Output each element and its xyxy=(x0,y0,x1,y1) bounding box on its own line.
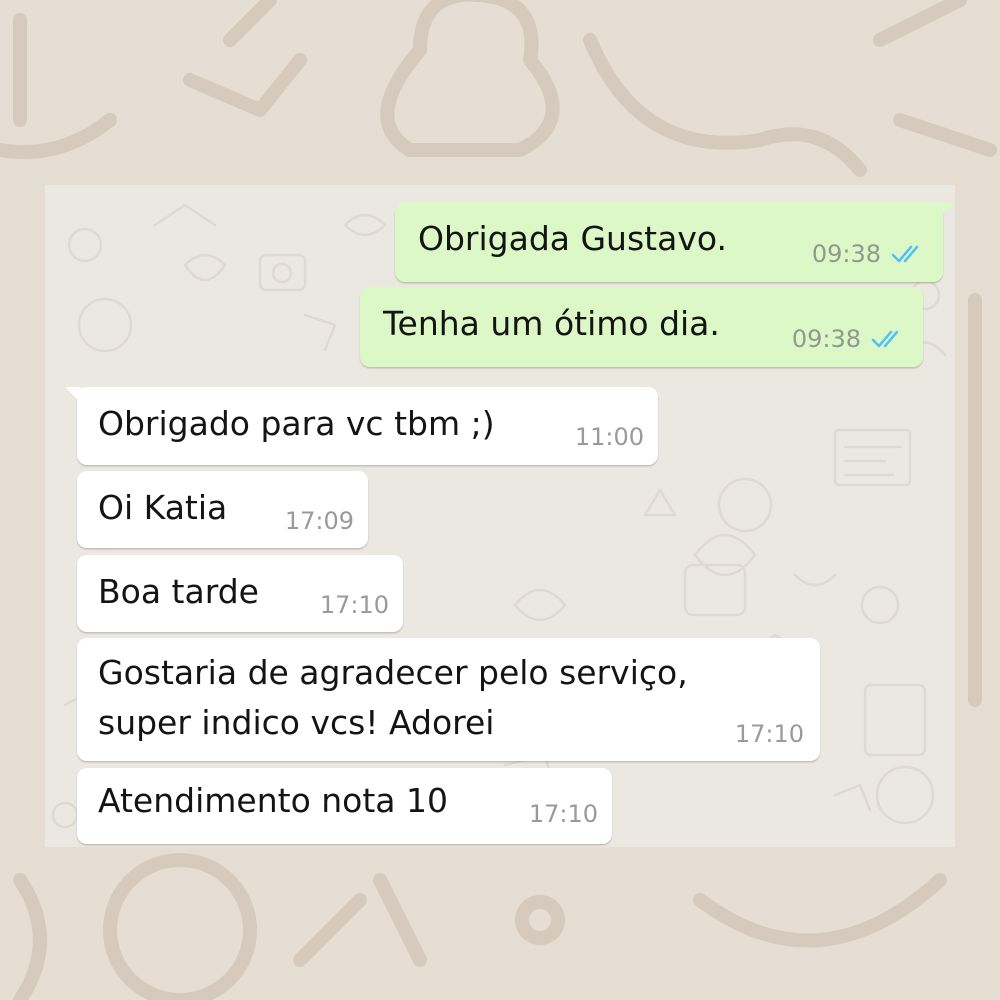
message-text: Oi Katia xyxy=(98,488,228,527)
incoming-message-bubble[interactable]: Boa tarde 17:10 xyxy=(77,555,403,632)
incoming-message-bubble[interactable]: Atendimento nota 10 17:10 xyxy=(77,768,612,844)
message-meta: 09:38 xyxy=(812,240,927,268)
chat-panel[interactable]: Obrigada Gustavo. 09:38 Tenha um ótimo d… xyxy=(45,185,955,847)
message-timestamp: 17:10 xyxy=(528,800,598,828)
incoming-message-bubble[interactable]: Oi Katia 17:09 xyxy=(77,471,368,548)
bubble-tail xyxy=(939,202,955,218)
message-timestamp: 17:10 xyxy=(734,720,804,748)
message-timestamp: 11:00 xyxy=(574,423,644,451)
message-text: Atendimento nota 10 xyxy=(98,781,448,820)
double-check-icon xyxy=(871,330,899,348)
message-meta: 09:38 xyxy=(792,325,907,353)
message-text: Obrigado para vc tbm ;) xyxy=(98,404,495,443)
outgoing-message-bubble[interactable]: Tenha um ótimo dia. 09:38 xyxy=(360,287,923,367)
incoming-message-bubble[interactable]: Obrigado para vc tbm ;) 11:00 xyxy=(65,387,658,465)
message-text: Gostaria de agradecer pelo serviço, supe… xyxy=(98,653,688,742)
message-text: Boa tarde xyxy=(98,572,259,611)
message-timestamp: 09:38 xyxy=(811,240,881,268)
bubble-tail xyxy=(65,387,81,403)
message-timestamp: 17:09 xyxy=(284,507,354,535)
message-text: Obrigada Gustavo. xyxy=(418,219,727,258)
incoming-message-bubble[interactable]: Gostaria de agradecer pelo serviço, supe… xyxy=(77,638,820,761)
double-check-icon xyxy=(891,245,919,263)
outgoing-message-bubble[interactable]: Obrigada Gustavo. 09:38 xyxy=(395,202,955,282)
message-timestamp: 09:38 xyxy=(791,325,861,353)
message-timestamp: 17:10 xyxy=(319,591,389,619)
message-text: Tenha um ótimo dia. xyxy=(383,304,720,343)
